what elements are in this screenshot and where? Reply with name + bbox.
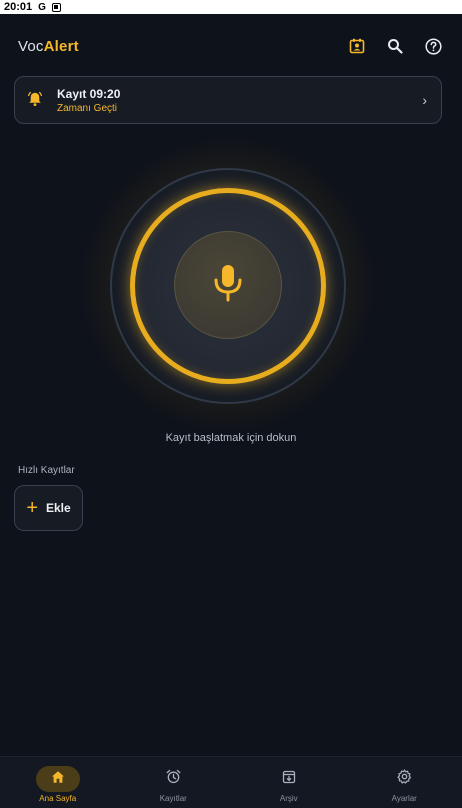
help-icon[interactable]: [424, 37, 442, 55]
record-hint: Kayıt başlatmak için dokun: [165, 432, 297, 444]
app-bar: VocAlert: [18, 30, 442, 62]
alert-title: Kayıt 09:20: [57, 86, 121, 101]
bottom-nav: Ana Sayfa Kayıtlar Arşiv Ayarlar: [0, 756, 462, 808]
gear-icon: [397, 769, 412, 789]
status-time: 20:01: [4, 1, 33, 13]
status-bar: 20:01 G: [0, 0, 462, 14]
nav-pill-home: [35, 766, 80, 792]
google-g-icon: G: [38, 1, 46, 13]
mic-icon: [211, 263, 245, 308]
screen: 20:01 G VocAlert Kayıt 09:20 Zamanı Geçt…: [0, 0, 462, 808]
nav-item-recordings[interactable]: Kayıtlar: [116, 757, 232, 808]
quick-recordings-label: Hızlı Kayıtlar: [18, 465, 75, 476]
alarm-icon: [166, 769, 181, 789]
chevron-right-icon: ›: [422, 92, 427, 108]
alert-subtitle: Zamanı Geçti: [57, 102, 118, 114]
a-box-icon: [51, 2, 61, 12]
alert-text: Kayıt 09:20 Zamanı Geçti: [57, 87, 120, 114]
app-name-suffix: Alert: [43, 37, 79, 55]
add-quick-recording-button[interactable]: + Ekle: [14, 485, 83, 531]
archive-icon: [282, 770, 296, 789]
record-button[interactable]: [174, 231, 282, 339]
app-name-prefix: Voc: [18, 37, 44, 55]
bell-icon: [27, 91, 45, 109]
nav-pill-settings: [382, 766, 426, 792]
add-label: Ekle: [46, 501, 71, 515]
nav-label-archive: Arşiv: [279, 794, 298, 803]
home-icon: [51, 770, 65, 789]
app-logo: VocAlert: [18, 38, 79, 55]
contact-card-icon[interactable]: [348, 37, 366, 55]
nav-pill-recordings: [151, 766, 195, 792]
nav-label-settings: Ayarlar: [391, 794, 417, 803]
nav-pill-archive: [267, 766, 311, 792]
nav-item-home[interactable]: Ana Sayfa: [0, 757, 116, 808]
nav-item-settings[interactable]: Ayarlar: [347, 757, 462, 808]
nav-label-recordings: Kayıtlar: [159, 794, 187, 803]
plus-icon: +: [26, 497, 38, 519]
nav-label-home: Ana Sayfa: [39, 794, 77, 803]
search-icon[interactable]: [386, 37, 404, 55]
nav-item-archive[interactable]: Arşiv: [231, 757, 347, 808]
overdue-alert-card[interactable]: Kayıt 09:20 Zamanı Geçti ›: [14, 76, 442, 124]
